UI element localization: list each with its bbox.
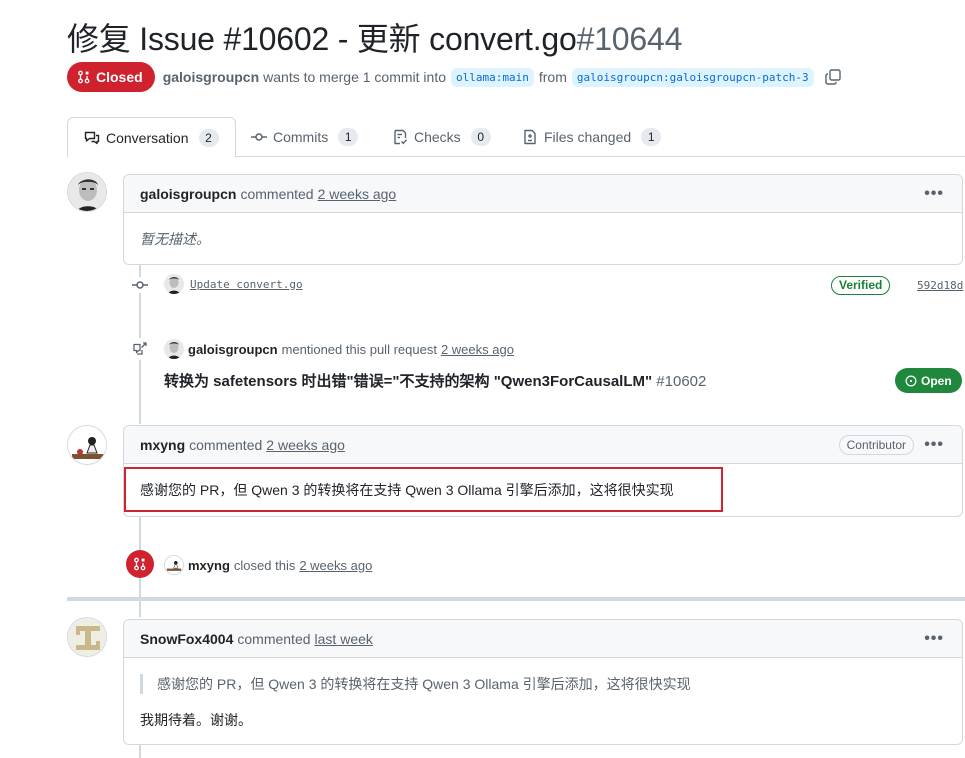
commit-icon	[251, 133, 267, 141]
event-time[interactable]: 2 weeks ago	[299, 558, 372, 573]
git-commit-icon	[132, 281, 148, 289]
comment-action: commented	[240, 185, 314, 202]
comment-header: mxyng commented 2 weeks ago	[124, 426, 962, 464]
kebab-horizontal-icon[interactable]: •••	[924, 185, 944, 203]
pr-closed-icon	[78, 70, 90, 84]
event-author[interactable]: mxyng	[188, 558, 230, 573]
comment-text: 我期待着。谢谢。	[140, 712, 252, 728]
referenced-issue-title: 转换为 safetensors 时出错"错误="不支持的架构 "Qwen3For…	[164, 373, 653, 390]
commit-sha-link[interactable]: 592d18d	[917, 279, 963, 292]
event-time[interactable]: 2 weeks ago	[441, 342, 514, 357]
kebab-horizontal-icon[interactable]: •••	[924, 436, 944, 454]
tab-commits[interactable]: Commits 1	[251, 117, 359, 157]
issue-open-badge: Open	[895, 368, 962, 393]
avatar-image	[164, 274, 184, 294]
pr-author-link[interactable]: galoisgroupcn	[163, 69, 259, 85]
issue-opened-icon	[905, 375, 917, 386]
comment-body: 暂无描述。	[140, 231, 210, 247]
copy-branch-button[interactable]	[824, 69, 841, 85]
pr-tabs: Conversation 2 Commits 1 Checks 0 Files …	[67, 117, 965, 158]
referenced-issue-link[interactable]: 转换为 safetensors 时出错"错误="不支持的架构 "Qwen3For…	[164, 370, 706, 391]
pr-title: 修复 Issue #10602 - 更新 convert.go#10644	[67, 14, 682, 60]
base-branch[interactable]: ollama:main	[451, 67, 534, 87]
quoted-reply: 感谢您的 PR，但 Qwen 3 的转换将在支持 Qwen 3 Ollama 引…	[140, 674, 946, 694]
tab-counter: 0	[470, 128, 491, 146]
checklist-icon	[394, 129, 408, 145]
avatar[interactable]	[67, 172, 107, 212]
timeline-divider	[67, 597, 965, 601]
verified-badge[interactable]: Verified	[831, 276, 891, 295]
timeline-line	[139, 744, 141, 758]
pr-closed-icon	[134, 557, 146, 571]
comment-discussion-icon	[84, 131, 100, 144]
comment-box: SnowFox4004 commented last week ••• 感谢您的…	[123, 619, 963, 745]
event-author[interactable]: galoisgroupcn	[188, 342, 278, 357]
avatar[interactable]	[67, 617, 107, 657]
tab-label: Commits	[273, 129, 329, 145]
mention-event: galoisgroupcn mentioned this pull reques…	[164, 339, 514, 359]
comment-author[interactable]: galoisgroupcn	[140, 186, 236, 202]
kebab-horizontal-icon[interactable]: •••	[924, 630, 944, 648]
commit-node	[131, 277, 149, 293]
tab-counter: 1	[338, 128, 359, 146]
tab-checks[interactable]: Checks 0	[392, 117, 491, 157]
tab-label: Checks	[414, 129, 461, 145]
avatar-small[interactable]	[164, 274, 184, 294]
cross-reference-icon	[133, 342, 147, 355]
highlight-annotation-box	[124, 467, 723, 512]
avatar-image	[165, 556, 183, 574]
copy-icon	[824, 69, 841, 85]
avatar-small[interactable]	[164, 555, 184, 575]
comment-body: 感谢您的 PR，但 Qwen 3 的转换将在支持 Qwen 3 Ollama 引…	[124, 658, 962, 746]
timeline-line	[139, 601, 141, 617]
merge-text: wants to merge 1 commit into	[263, 69, 446, 85]
avatar-snowfox4004-image	[68, 618, 106, 656]
head-branch[interactable]: galoisgroupcn:galoisgroupcn-patch-3	[571, 67, 814, 87]
event-action: closed this	[233, 557, 296, 573]
avatar-galoisgroupcn-image	[68, 173, 106, 211]
tab-files-changed[interactable]: Files changed 1	[522, 117, 662, 157]
comment-time[interactable]: 2 weeks ago	[266, 437, 345, 453]
pr-meta: Closed galoisgroupcn wants to merge 1 co…	[67, 62, 841, 92]
issue-state-label: Open	[921, 373, 952, 388]
tab-conversation[interactable]: Conversation 2	[67, 117, 236, 158]
pr-number: #10644	[576, 21, 683, 57]
comment-header: SnowFox4004 commented last week	[124, 620, 962, 658]
commit-message-link[interactable]: Update convert.go	[190, 278, 303, 291]
comment-box: galoisgroupcn commented 2 weeks ago ••• …	[123, 174, 963, 265]
tab-label: Conversation	[106, 129, 189, 146]
comment-action: commented	[237, 630, 311, 647]
avatar[interactable]	[67, 425, 107, 465]
closed-event: mxyng closed this 2 weeks ago	[164, 555, 372, 575]
tab-label: Files changed	[544, 129, 632, 145]
pr-title-text: 修复 Issue #10602 - 更新 convert.go	[67, 21, 577, 57]
closed-node	[126, 550, 154, 578]
commit-event: Update convert.go	[164, 274, 303, 294]
avatar-small[interactable]	[164, 339, 184, 359]
comment-action: commented	[189, 436, 263, 453]
comment-time[interactable]: last week	[315, 631, 373, 647]
event-action: mentioned this pull request	[281, 341, 437, 357]
tab-counter: 1	[641, 128, 662, 146]
avatar-image	[164, 339, 184, 359]
from-text: from	[538, 69, 567, 85]
state-badge: Closed	[67, 62, 155, 92]
cross-reference-node	[130, 338, 150, 360]
comment-author[interactable]: mxyng	[140, 437, 185, 453]
file-diff-icon	[524, 129, 536, 145]
comment-header: galoisgroupcn commented 2 weeks ago	[124, 175, 962, 213]
referenced-issue-number: #10602	[656, 373, 707, 390]
state-label: Closed	[96, 69, 143, 85]
contributor-badge: Contributor	[838, 435, 914, 455]
tab-counter: 2	[198, 128, 219, 147]
comment-author[interactable]: SnowFox4004	[140, 631, 233, 647]
comment-time[interactable]: 2 weeks ago	[318, 186, 397, 202]
avatar-mxyng-image	[68, 426, 106, 464]
